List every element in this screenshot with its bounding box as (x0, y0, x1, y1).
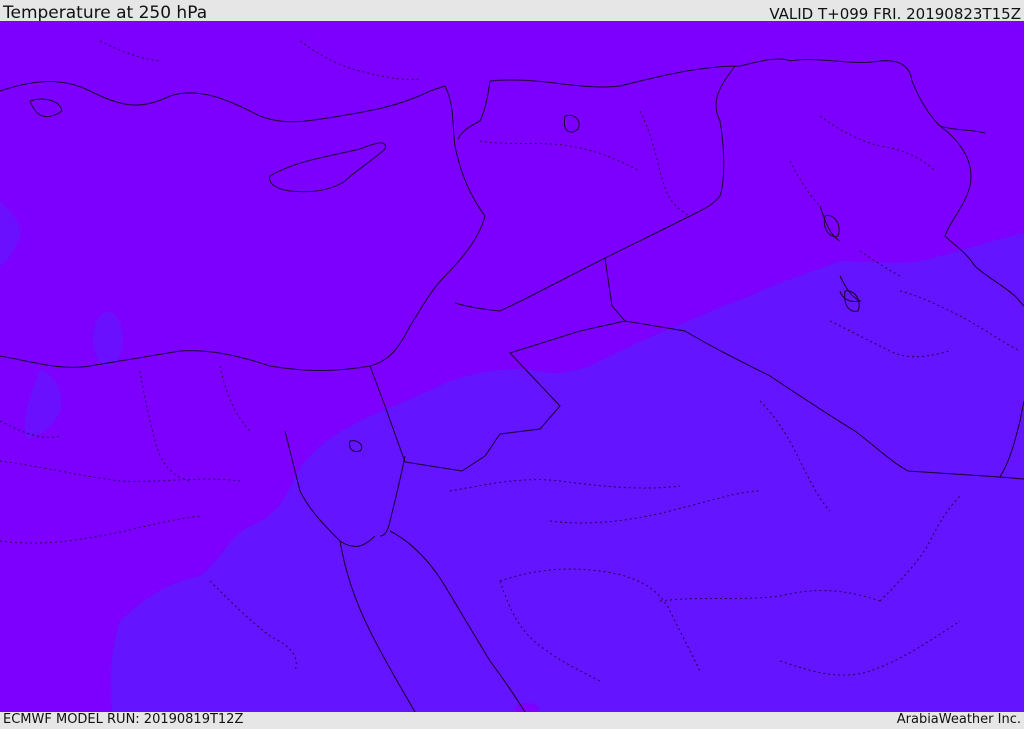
header-bar: Temperature at 250 hPa VALID T+099 FRI. … (0, 0, 1024, 23)
footer-bar: ECMWF MODEL RUN: 20190819T12Z ArabiaWeat… (0, 712, 1024, 729)
credit-label: ArabiaWeather Inc. (896, 712, 1021, 727)
map-canvas (0, 21, 1024, 712)
map-title: Temperature at 250 hPa (3, 3, 208, 23)
weather-map (0, 21, 1024, 712)
model-run-label: ECMWF MODEL RUN: 20190819T12Z (3, 712, 244, 727)
cool-patch-sea (93, 312, 123, 366)
